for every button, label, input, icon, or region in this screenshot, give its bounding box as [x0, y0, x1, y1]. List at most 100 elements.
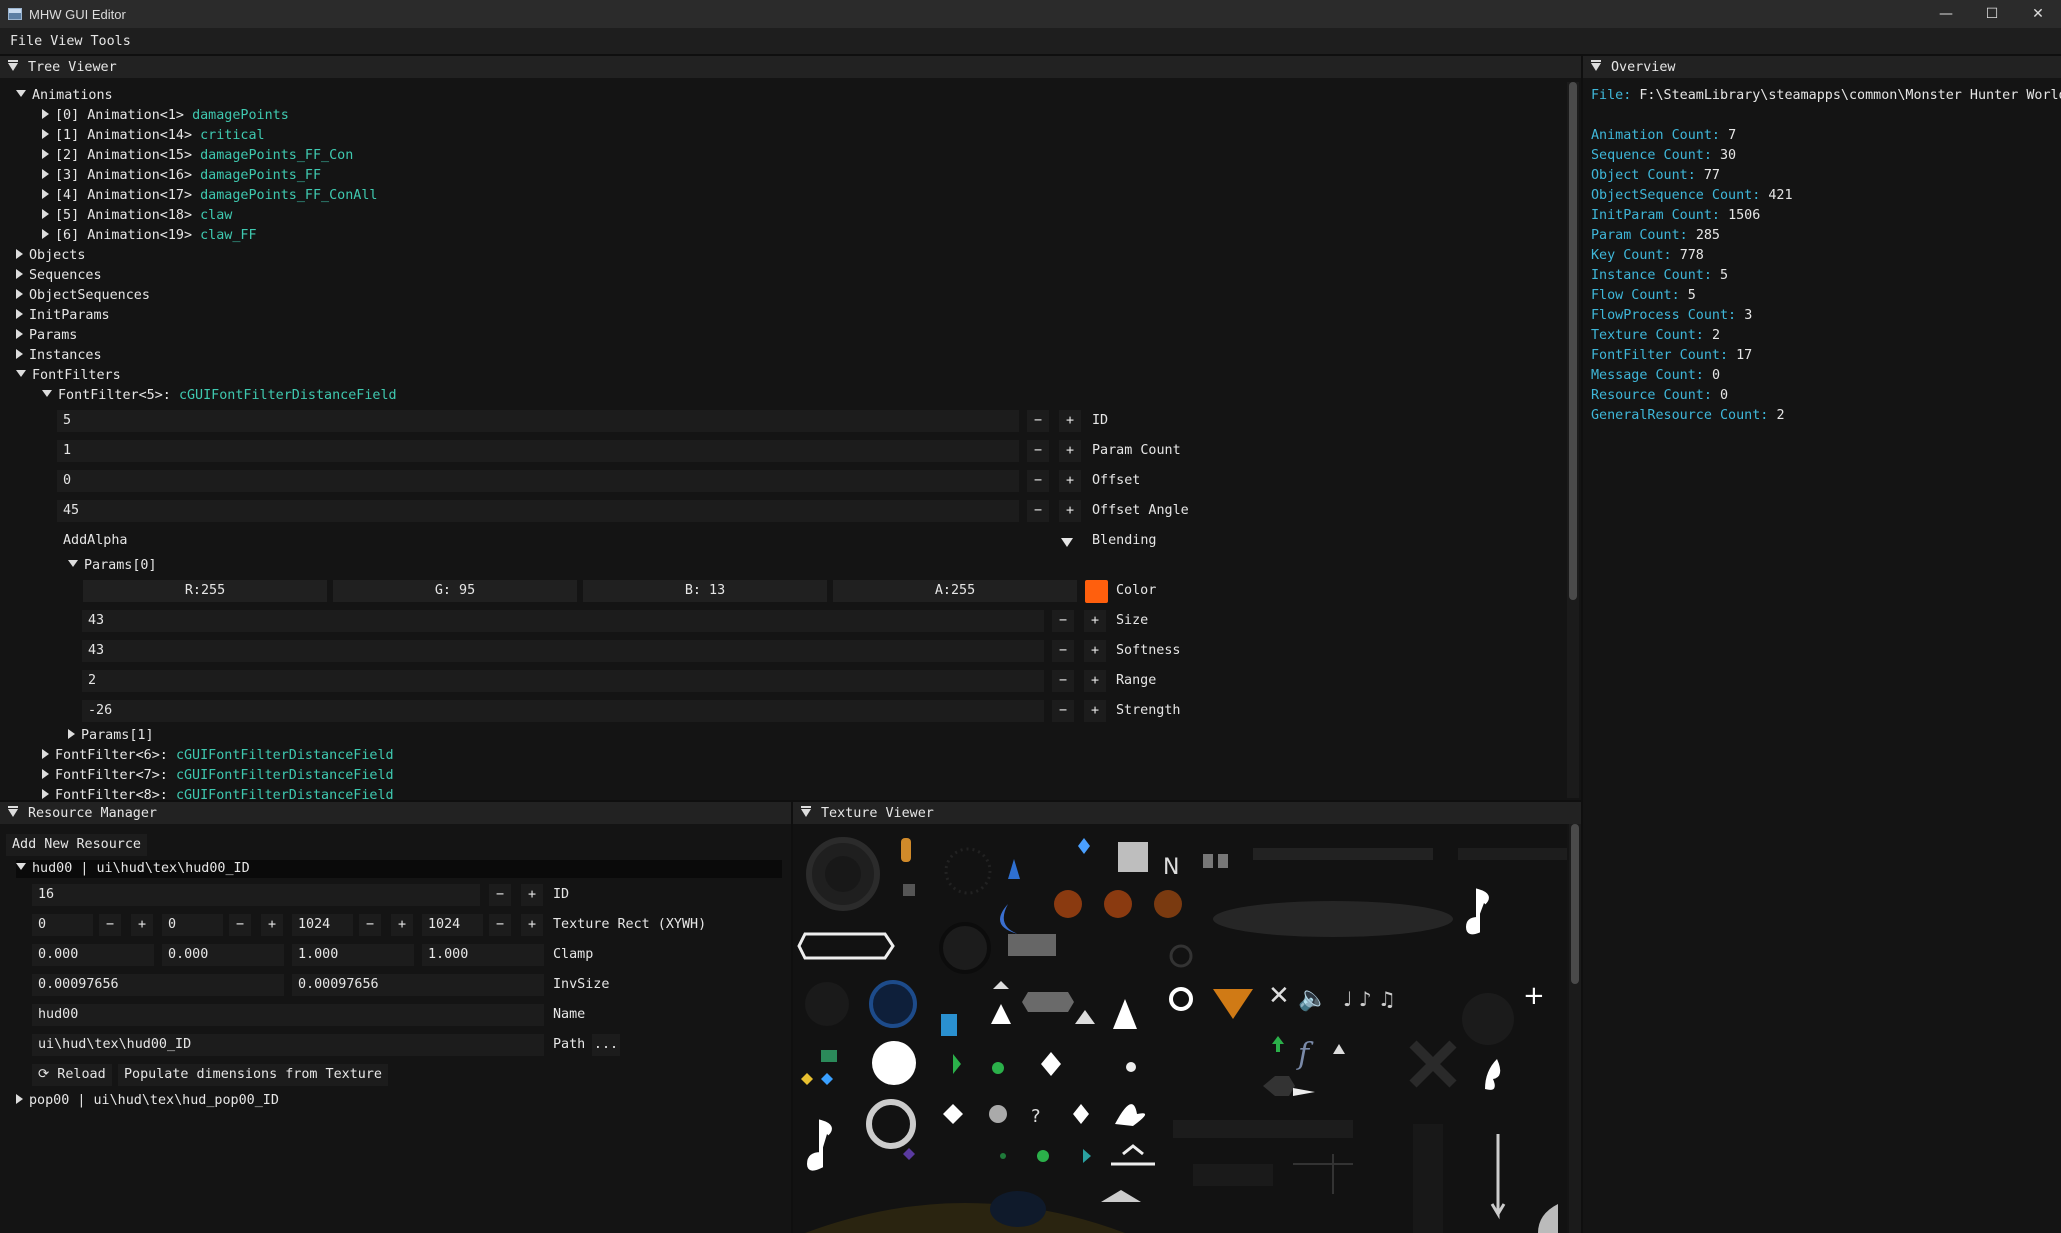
- scrollbar-thumb[interactable]: [1569, 82, 1577, 600]
- resource-node[interactable]: hud00 | ui\hud\tex\hud00_ID: [16, 860, 782, 878]
- tree-node-animation[interactable]: [2] Animation<15> damagePoints_FF_Con: [42, 147, 353, 165]
- tree-node-animations[interactable]: Animations: [16, 87, 113, 105]
- rect-w-input[interactable]: 1024: [292, 914, 353, 936]
- resource-id-input[interactable]: 16: [32, 884, 480, 906]
- maximize-button[interactable]: ☐: [1969, 0, 2015, 28]
- rect-x-input[interactable]: 0: [32, 914, 93, 936]
- strength-input[interactable]: -26: [82, 700, 1044, 722]
- tree-node-animation[interactable]: [3] Animation<16> damagePoints_FF: [42, 167, 321, 185]
- decrement-button[interactable]: −: [229, 914, 251, 936]
- tree-node-animation[interactable]: [4] Animation<17> damagePoints_FF_ConAll: [42, 187, 378, 205]
- scrollbar[interactable]: [1569, 824, 1581, 1233]
- scrollbar-thumb[interactable]: [1571, 824, 1579, 984]
- collapse-icon[interactable]: [8, 806, 18, 817]
- tree-node-initparams[interactable]: InitParams: [16, 307, 110, 325]
- invsize-input[interactable]: 0.00097656: [292, 974, 544, 996]
- collapse-icon[interactable]: [8, 60, 18, 71]
- color-swatch[interactable]: [1085, 580, 1108, 603]
- menu-view[interactable]: View: [50, 34, 82, 49]
- id-input[interactable]: 5: [57, 410, 1019, 432]
- rect-h-input[interactable]: 1024: [422, 914, 483, 936]
- increment-button[interactable]: +: [1059, 410, 1081, 432]
- decrement-button[interactable]: −: [99, 914, 121, 936]
- texture-viewer-header[interactable]: Texture Viewer: [793, 802, 1581, 824]
- increment-button[interactable]: +: [1059, 470, 1081, 492]
- collapse-icon[interactable]: [801, 806, 811, 817]
- decrement-button[interactable]: −: [1052, 640, 1074, 662]
- add-resource-button[interactable]: Add New Resource: [6, 834, 147, 856]
- color-alpha-input[interactable]: A:255: [833, 580, 1077, 602]
- color-blue-input[interactable]: B: 13: [583, 580, 827, 602]
- reload-button[interactable]: ⟳ Reload: [32, 1064, 112, 1086]
- offset-input[interactable]: 0: [57, 470, 1019, 492]
- increment-button[interactable]: +: [1084, 610, 1106, 632]
- increment-button[interactable]: +: [1084, 700, 1106, 722]
- rect-y-input[interactable]: 0: [162, 914, 223, 936]
- tree-node-animation[interactable]: [5] Animation<18> claw: [42, 207, 232, 225]
- offset-angle-input[interactable]: 45: [57, 500, 1019, 522]
- decrement-button[interactable]: −: [359, 914, 381, 936]
- color-red-input[interactable]: R:255: [83, 580, 327, 602]
- decrement-button[interactable]: −: [1027, 470, 1049, 492]
- increment-button[interactable]: +: [521, 914, 543, 936]
- clamp-input[interactable]: 0.000: [162, 944, 284, 966]
- tree-node-fontfilters[interactable]: FontFilters: [16, 367, 121, 385]
- decrement-button[interactable]: −: [489, 884, 511, 906]
- increment-button[interactable]: +: [1059, 440, 1081, 462]
- softness-input[interactable]: 43: [82, 640, 1044, 662]
- size-input[interactable]: 43: [82, 610, 1044, 632]
- increment-button[interactable]: +: [391, 914, 413, 936]
- blending-select[interactable]: AddAlpha: [57, 530, 1081, 552]
- invsize-input[interactable]: 0.00097656: [32, 974, 284, 996]
- tree-viewer-header[interactable]: Tree Viewer: [0, 56, 1581, 78]
- resource-name-input[interactable]: hud00: [32, 1004, 544, 1026]
- increment-button[interactable]: +: [261, 914, 283, 936]
- populate-dimensions-button[interactable]: Populate dimensions from Texture: [118, 1064, 388, 1086]
- tree-node-params[interactable]: Params: [16, 327, 77, 345]
- clamp-input[interactable]: 0.000: [32, 944, 154, 966]
- increment-button[interactable]: +: [131, 914, 153, 936]
- clamp-input[interactable]: 1.000: [422, 944, 544, 966]
- tree-node-fontfilter[interactable]: FontFilter<8>: cGUIFontFilterDistanceFie…: [42, 787, 394, 799]
- tree-node-fontfilter[interactable]: FontFilter<6>: cGUIFontFilterDistanceFie…: [42, 747, 394, 765]
- minimize-button[interactable]: —: [1923, 0, 1969, 28]
- overview-header[interactable]: Overview: [1583, 56, 2061, 78]
- decrement-button[interactable]: −: [1052, 610, 1074, 632]
- tree-node-params1[interactable]: Params[1]: [68, 727, 154, 745]
- collapse-icon[interactable]: [1591, 60, 1601, 71]
- param-count-input[interactable]: 1: [57, 440, 1019, 462]
- tree-node-objects[interactable]: Objects: [16, 247, 85, 265]
- tree-node-sequences[interactable]: Sequences: [16, 267, 102, 285]
- decrement-button[interactable]: −: [1052, 670, 1074, 692]
- tree-node-fontfilter[interactable]: FontFilter<5>: cGUIFontFilterDistanceFie…: [42, 387, 397, 405]
- close-button[interactable]: ✕: [2015, 0, 2061, 28]
- scrollbar[interactable]: [1567, 82, 1579, 798]
- increment-button[interactable]: +: [1059, 500, 1081, 522]
- tree-node-animation[interactable]: [0] Animation<1> damagePoints: [42, 107, 289, 125]
- tree-node-fontfilter[interactable]: FontFilter<7>: cGUIFontFilterDistanceFie…: [42, 767, 394, 785]
- increment-button[interactable]: +: [1084, 670, 1106, 692]
- decrement-button[interactable]: −: [489, 914, 511, 936]
- tree-node-instances[interactable]: Instances: [16, 347, 102, 365]
- resource-node[interactable]: pop00 | ui\hud\tex\hud_pop00_ID: [16, 1092, 279, 1110]
- tree-node-params0[interactable]: Params[0]: [68, 557, 157, 575]
- decrement-button[interactable]: −: [1027, 410, 1049, 432]
- field-label: Path: [553, 1037, 586, 1052]
- decrement-button[interactable]: −: [1027, 440, 1049, 462]
- tree-node-objectsequences[interactable]: ObjectSequences: [16, 287, 150, 305]
- menu-file[interactable]: File: [10, 34, 42, 49]
- color-green-input[interactable]: G: 95: [333, 580, 577, 602]
- resource-path-input[interactable]: ui\hud\tex\hud00_ID: [32, 1034, 544, 1056]
- menu-tools[interactable]: Tools: [91, 34, 131, 49]
- decrement-button[interactable]: −: [1027, 500, 1049, 522]
- texture-canvas[interactable]: N ✕ 🔈 ♩ ♪ ♫ + 𝑓 ?: [793, 824, 1567, 1233]
- increment-button[interactable]: +: [1084, 640, 1106, 662]
- clamp-input[interactable]: 1.000: [292, 944, 414, 966]
- increment-button[interactable]: +: [521, 884, 543, 906]
- tree-node-animation[interactable]: [1] Animation<14> critical: [42, 127, 265, 145]
- resource-manager-header[interactable]: Resource Manager: [0, 802, 791, 824]
- tree-node-animation[interactable]: [6] Animation<19> claw_FF: [42, 227, 257, 245]
- decrement-button[interactable]: −: [1052, 700, 1074, 722]
- browse-button[interactable]: ...: [592, 1034, 620, 1056]
- range-input[interactable]: 2: [82, 670, 1044, 692]
